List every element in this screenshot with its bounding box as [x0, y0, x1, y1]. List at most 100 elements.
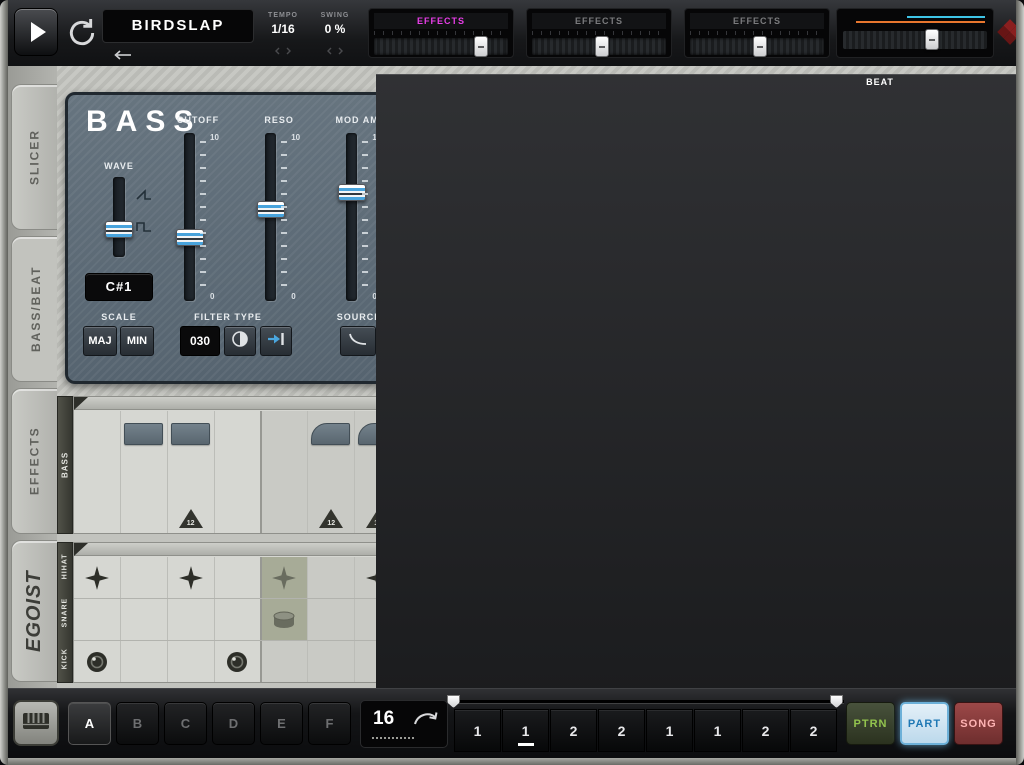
slider-handle[interactable] [753, 36, 767, 57]
slot-button-c[interactable]: C [164, 702, 207, 745]
channel-volume-slider-beat[interactable] [690, 38, 824, 55]
loop-end-handle[interactable] [830, 695, 843, 708]
kick-step-cell-3[interactable] [168, 641, 215, 682]
scale-buttons: MAJ MIN [83, 326, 154, 356]
pattern-cell-6[interactable]: 1 [694, 709, 741, 752]
bass-note[interactable] [171, 423, 210, 445]
hihat-hit-icon [178, 565, 204, 591]
tempo-label: TEMPO [258, 12, 308, 19]
slider-scale-min: 0 [291, 292, 295, 301]
swing-step-arrows-icon[interactable] [310, 42, 360, 60]
tab-effects[interactable]: EFFECTS [11, 388, 57, 534]
kick-step-cell-6[interactable] [308, 641, 355, 682]
hihat-step-cell-5[interactable] [262, 557, 309, 598]
loop-start-handle[interactable] [447, 695, 460, 708]
keyboard-button[interactable] [13, 700, 59, 746]
hihat-step-cell-2[interactable] [121, 557, 168, 598]
channel-volume-slider-slicer[interactable] [374, 38, 508, 55]
bass-step-cell-1[interactable] [74, 411, 121, 533]
sidebar: SLICER BASS/BEAT EFFECTS EGOIST [8, 66, 57, 688]
kick-step-cell-2[interactable] [121, 641, 168, 682]
hihat-step-cell-4[interactable] [215, 557, 262, 598]
scale-min-button[interactable]: MIN [120, 326, 154, 356]
slot-button-e[interactable]: E [260, 702, 303, 745]
length-curve-arrow-icon [413, 710, 439, 731]
bass-step-cell-5[interactable] [262, 411, 309, 533]
kick-step-cell-4[interactable] [215, 641, 262, 682]
pattern-cell-5[interactable]: 1 [646, 709, 693, 752]
snare-step-cell-5[interactable] [262, 599, 309, 640]
bass-step-cell-4[interactable] [215, 411, 262, 533]
tab-effects-label: EFFECTS [12, 389, 57, 533]
preset-back-arrow-icon[interactable] [114, 47, 132, 65]
drum-seq-label-strip: HIHATSNAREKICK [57, 542, 73, 683]
slider-tick-marks [532, 31, 666, 35]
pattern-cell-3[interactable]: 2 [550, 709, 597, 752]
filter-shape-button[interactable] [224, 326, 256, 356]
bass-step-cell-3[interactable]: 12 [168, 411, 215, 533]
slot-button-a[interactable]: A [68, 702, 111, 745]
slider-label: RESO [243, 115, 315, 129]
bass-step-cell-6[interactable]: 12 [308, 411, 355, 533]
hihat-step-cell-6[interactable] [308, 557, 355, 598]
filter-route-button[interactable] [260, 326, 292, 356]
tempo-value[interactable]: 1/16 [258, 22, 308, 36]
snare-step-cell-3[interactable] [168, 599, 215, 640]
pattern-cell-7[interactable]: 2 [742, 709, 789, 752]
play-button[interactable] [14, 8, 58, 56]
slot-button-b[interactable]: B [116, 702, 159, 745]
slider-track[interactable] [346, 133, 357, 301]
ptrn-mode-button[interactable]: PTRN [846, 702, 895, 745]
scale-maj-button[interactable]: MAJ [83, 326, 117, 356]
bass-slider-cutoff: CUTOFF100 [162, 115, 234, 305]
bass-note[interactable] [311, 423, 350, 445]
scale-label: SCALE [78, 312, 160, 322]
hihat-step-cell-1[interactable] [74, 557, 121, 598]
slider-track[interactable] [265, 133, 276, 301]
kick-step-cell-5[interactable] [262, 641, 309, 682]
channel-volume-slider-bass[interactable] [532, 38, 666, 55]
bass-note[interactable] [124, 423, 163, 445]
pattern-cell-2[interactable]: 1 [502, 709, 549, 752]
swing-value[interactable]: 0 % [310, 22, 360, 36]
pattern-length-display[interactable]: 16 [360, 700, 448, 748]
tempo-step-arrows-icon[interactable] [258, 42, 308, 60]
sync-loop-icon[interactable] [66, 17, 98, 49]
master-volume-slider[interactable] [843, 31, 987, 49]
master-section [836, 8, 994, 58]
slider-handle[interactable] [474, 36, 488, 57]
pattern-cell-8[interactable]: 2 [790, 709, 837, 752]
row-label-snare: SNARE [58, 589, 72, 635]
part-mode-button[interactable]: PART [900, 702, 949, 745]
slot-button-d[interactable]: D [212, 702, 255, 745]
pattern-cell-4[interactable]: 2 [598, 709, 645, 752]
tab-bass-beat[interactable]: BASS/BEAT [11, 236, 60, 382]
tab-slicer[interactable]: SLICER [11, 84, 57, 230]
kick-step-cell-1[interactable] [74, 641, 121, 682]
snare-step-cell-2[interactable] [121, 599, 168, 640]
hihat-step-cell-3[interactable] [168, 557, 215, 598]
filter-type-value[interactable]: 030 [180, 326, 220, 356]
channel-tab-slicer-effects[interactable]: EFFECTS [374, 13, 508, 29]
slot-button-f[interactable]: F [308, 702, 351, 745]
slider-handle[interactable] [595, 36, 609, 57]
channel-tab-bass-effects[interactable]: EFFECTS [532, 13, 666, 29]
song-mode-button[interactable]: SONG [954, 702, 1003, 745]
slider-track[interactable] [184, 133, 195, 301]
slider-scale: 100 [281, 133, 307, 301]
channel-tab-beat-effects[interactable]: EFFECTS [690, 13, 824, 29]
pattern-cell-1[interactable]: 1 [454, 709, 501, 752]
mod-source-curve-button[interactable] [340, 326, 376, 356]
snare-step-cell-4[interactable] [215, 599, 262, 640]
master-slider-handle[interactable] [925, 29, 939, 50]
egoist-logo-tab[interactable]: EGOIST [11, 540, 57, 682]
channel-tab-beat[interactable]: BEAT [376, 74, 1024, 696]
preset-display[interactable]: BIRDSLAP [102, 9, 254, 43]
snare-step-cell-6[interactable] [308, 599, 355, 640]
kick-hit-icon [225, 650, 249, 674]
bass-step-cell-2[interactable] [121, 411, 168, 533]
key-display[interactable]: C#1 [85, 273, 153, 301]
snare-step-cell-1[interactable] [74, 599, 121, 640]
wave-slider-handle[interactable] [105, 221, 133, 238]
wave-slider[interactable] [113, 177, 125, 257]
